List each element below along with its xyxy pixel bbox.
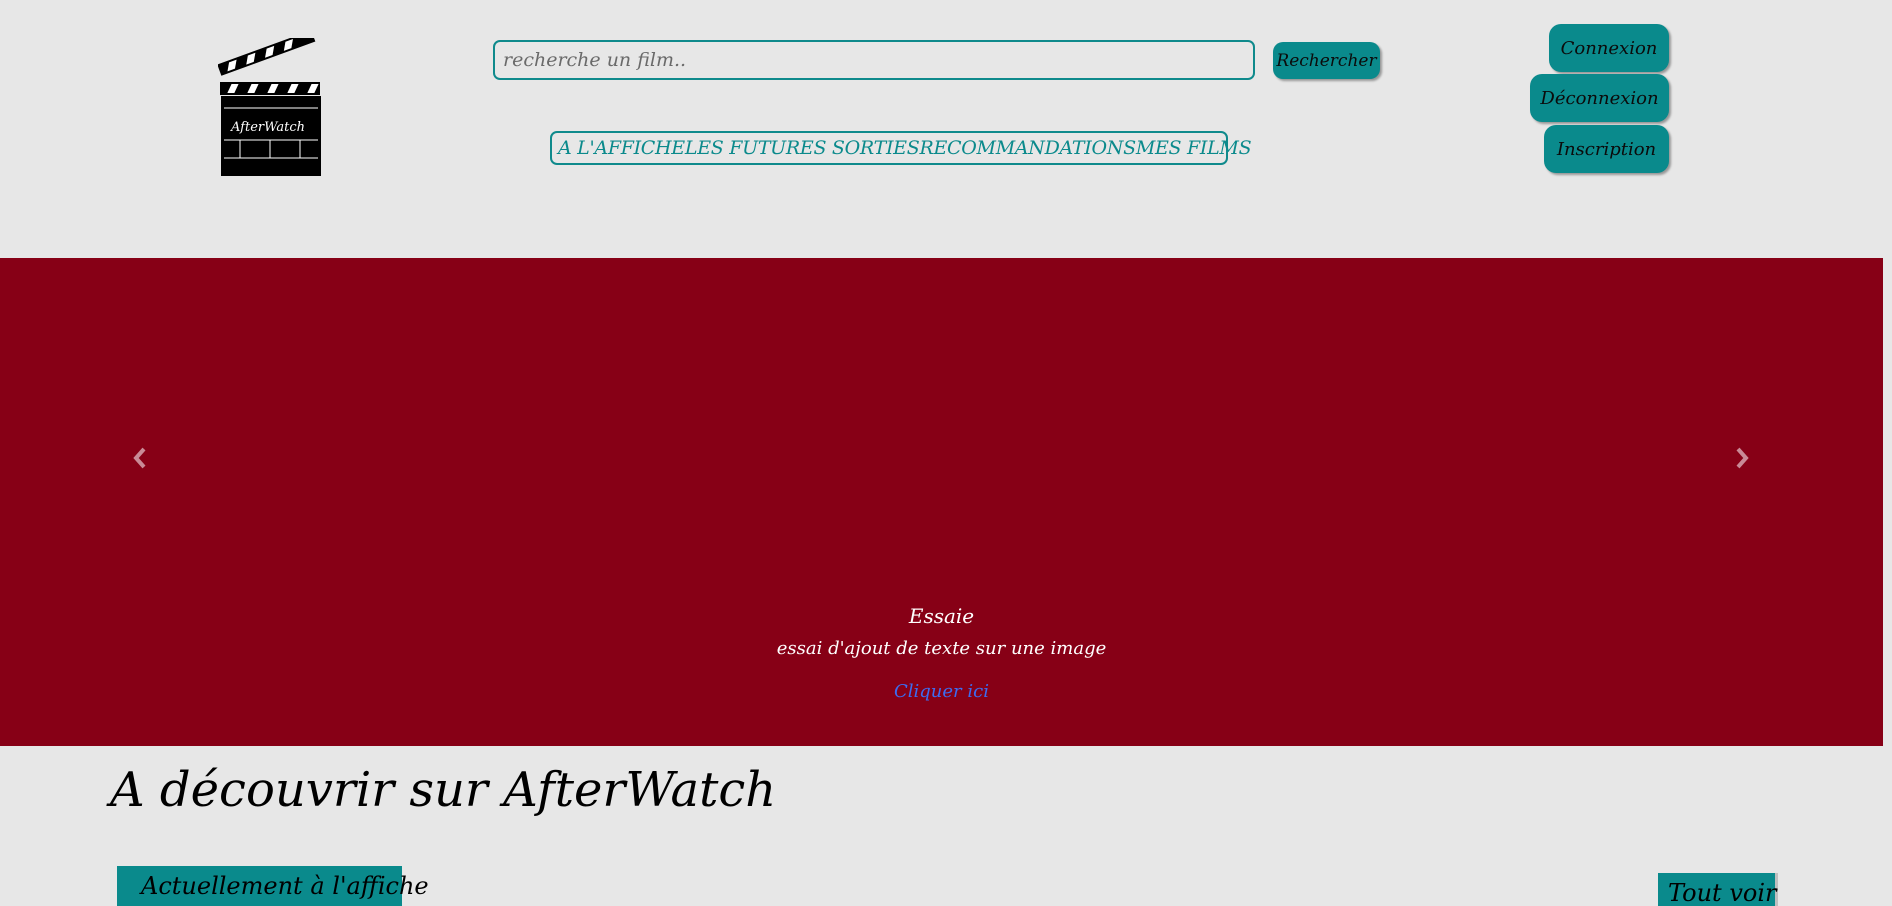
logout-button[interactable]: Déconnexion	[1530, 74, 1669, 122]
see-all-button[interactable]: Tout voir	[1658, 873, 1778, 906]
carousel-caption-text: essai d'ajout de texte sur une image	[776, 638, 1107, 659]
tab-now-showing[interactable]: Actuellement à l'affiche	[117, 866, 429, 906]
signup-button[interactable]: Inscription	[1544, 125, 1669, 173]
carousel-prev-button[interactable]	[120, 428, 160, 488]
nav-item-mes-films[interactable]: MES FILMS	[1136, 137, 1252, 159]
carousel-next-button[interactable]	[1722, 428, 1762, 488]
nav-item-a-l-affiche[interactable]: A L'AFFICHE	[558, 137, 685, 159]
discover-title: A découvrir sur AfterWatch	[110, 762, 777, 818]
carousel-caption-title: Essaie	[908, 604, 975, 628]
chevron-right-icon	[1736, 447, 1749, 469]
page: AfterWatch Rechercher A L'AFFICHE LES FU…	[0, 0, 1892, 906]
carousel-cta-link[interactable]: Cliquer ici	[0, 681, 1883, 702]
main-nav: A L'AFFICHE LES FUTURES SORTIES RECOMMAN…	[550, 131, 1252, 165]
nav-item-recommandations[interactable]: RECOMMANDATIONS	[919, 137, 1136, 159]
search-input[interactable]	[493, 40, 1255, 80]
chevron-left-icon	[133, 447, 146, 469]
nav-item-futures-sorties[interactable]: LES FUTURES SORTIES	[685, 137, 920, 159]
clapperboard-logo[interactable]: AfterWatch	[218, 38, 324, 176]
login-button[interactable]: Connexion	[1549, 24, 1669, 72]
hero-carousel: Essaie essai d'ajout de texte sur une im…	[0, 258, 1883, 746]
logo-text: AfterWatch	[230, 120, 305, 135]
search-button[interactable]: Rechercher	[1273, 42, 1380, 79]
